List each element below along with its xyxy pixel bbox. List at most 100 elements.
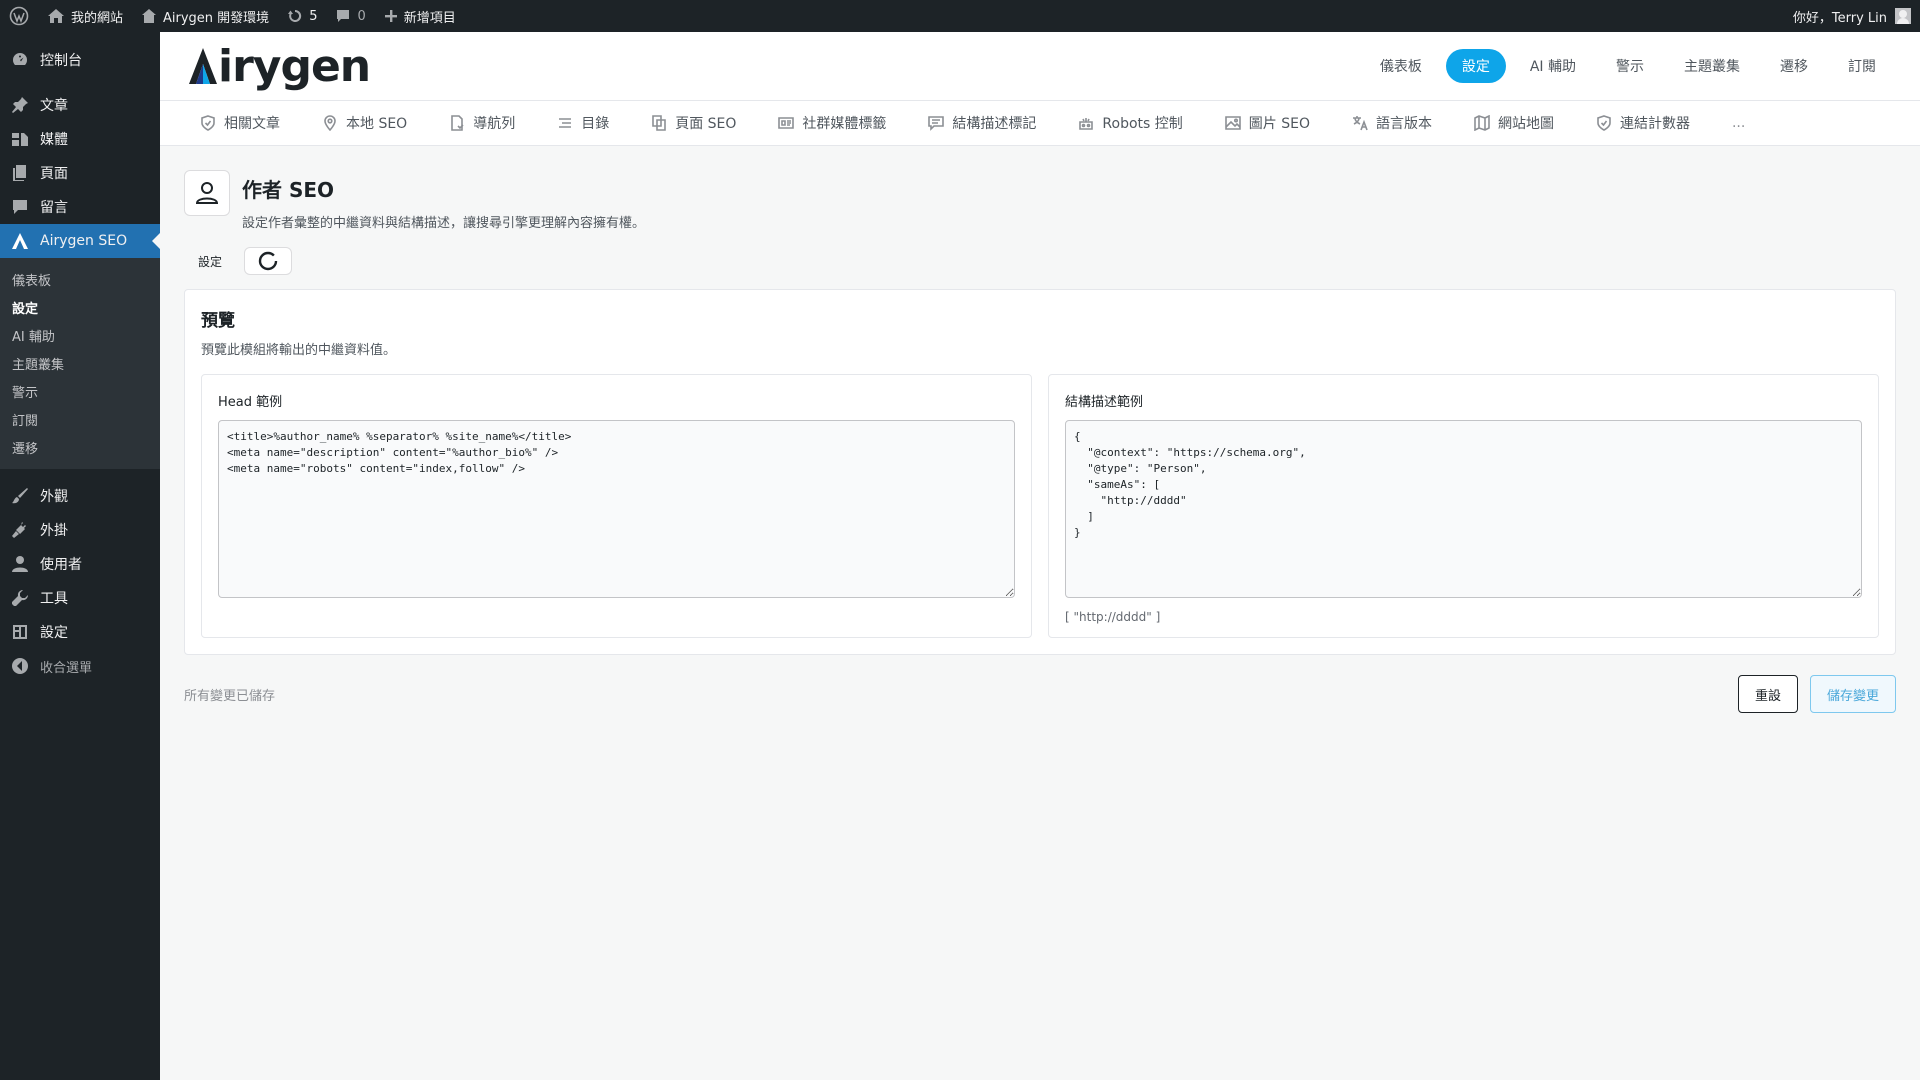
menu-posts[interactable]: 文章 [0,88,160,122]
updates-link[interactable]: 5 [278,0,326,32]
save-button[interactable]: 儲存變更 [1809,675,1896,713]
submenu-item[interactable]: 儀表板 [0,265,160,293]
airygen-logo[interactable]: irygen [188,40,371,92]
module-breadcrumbs[interactable]: 導航列 [449,113,515,133]
plus-icon [384,10,397,22]
module-label: Robots 控制 [1102,116,1183,132]
nav-subscription[interactable]: 訂閱 [1832,49,1892,83]
new-item-link[interactable]: 新增項目 [375,0,465,32]
footer-actions: 所有變更已儲存 重設 儲存變更 [184,675,1896,713]
location-icon [324,115,336,131]
logo-text: irygen [218,40,371,92]
updates-count: 5 [309,8,318,24]
module-toc[interactable]: 目錄 [557,113,609,133]
module-label: 導航列 [473,116,516,132]
submenu-item[interactable]: AI 輔助 [0,321,160,349]
shield-check-icon [1597,115,1611,131]
module-languages[interactable]: 語言版本 [1352,113,1432,133]
module-schema[interactable]: 結構描述標記 [928,113,1036,133]
module-page-seo[interactable]: 頁面 SEO [651,113,736,133]
page-description: 設定作者彙整的中繼資料與結構描述，讓搜尋引擎更理解內容擁有權。 [242,216,646,231]
submenu-item[interactable]: 警示 [0,377,160,405]
module-label: 網站地圖 [1497,116,1554,132]
module-label: 語言版本 [1375,116,1432,132]
page-icon [10,163,30,183]
menu-comments[interactable]: 留言 [0,190,160,224]
submenu-item[interactable]: 遷移 [0,433,160,461]
module-robots[interactable]: Robots 控制 [1078,113,1183,133]
shield-icon [201,115,215,131]
pin-icon [10,95,30,115]
module-sitemap[interactable]: 網站地圖 [1474,113,1554,133]
menu-plugins[interactable]: 外掛 [0,513,160,547]
menu-dashboard[interactable]: 控制台 [0,43,160,77]
admin-bar: 我的網站 Airygen 開發環境 5 0 新增項目 你好，Terry Lin [0,0,1920,32]
menu-label: 收合選單 [40,660,93,676]
author-icon [184,170,230,216]
module-social-tags[interactable]: 社群媒體標籤 [778,113,886,133]
head-example-textarea[interactable]: <title>%author_name% %separator% %site_n… [218,420,1015,598]
nav-migration[interactable]: 遷移 [1764,49,1824,83]
menu-tools[interactable]: 工具 [0,581,160,615]
copy-icon [652,115,667,131]
submenu-item-active[interactable]: 設定 [0,293,160,321]
menu-users[interactable]: 使用者 [0,547,160,581]
menu-label: 留言 [40,200,68,216]
modules-more-button[interactable]: ... [1732,115,1745,131]
submenu-item[interactable]: 訂閱 [0,405,160,433]
reset-button[interactable]: 重設 [1737,675,1798,713]
image-icon [1224,116,1241,130]
preview-description: 預覽此模組將輸出的中繼資料值。 [201,343,397,358]
schema-example-card: 結構描述範例 { "@context": "https://schema.org… [1048,374,1879,638]
map-icon [1474,115,1490,131]
action-buttons: 重設 儲存變更 [1737,675,1896,713]
nav-ai[interactable]: AI 輔助 [1514,49,1592,83]
nav-dashboard[interactable]: 儀表板 [1364,49,1438,83]
saved-status: 所有變更已儲存 [184,688,276,704]
comment-icon [337,10,350,22]
main-area: irygen 儀表板 設定 AI 輔助 警示 主題叢集 遷移 訂閱 相關文章 本… [160,32,1920,1080]
menu-label: Airygen SEO [40,233,128,249]
collapse-icon [10,656,30,676]
module-image-seo[interactable]: 圖片 SEO [1224,113,1310,133]
menu-label: 使用者 [40,557,82,573]
collapse-menu-button[interactable]: 收合選單 [0,649,160,683]
preview-title: 預覽 [201,311,235,331]
plugin-header: irygen 儀表板 設定 AI 輔助 警示 主題叢集 遷移 訂閱 [160,32,1920,100]
media-icon [10,129,30,149]
nav-topic-clusters[interactable]: 主題叢集 [1668,49,1756,83]
menu-label: 頁面 [40,166,68,182]
module-related-posts[interactable]: 相關文章 [200,113,280,133]
wordpress-logo-icon[interactable] [0,0,38,32]
comments-link[interactable]: 0 [326,0,374,32]
nav-settings[interactable]: 設定 [1445,49,1506,83]
airygen-submenu: 儀表板 設定 AI 輔助 主題叢集 警示 訂閱 遷移 [0,258,160,469]
schema-example-textarea[interactable]: { "@context": "https://schema.org", "@ty… [1065,420,1862,598]
translate-icon [1352,116,1368,131]
preview-panel: 預覽 預覽此模組將輸出的中繼資料值。 Head 範例 <title>%autho… [184,289,1896,655]
module-local-seo[interactable]: 本地 SEO [322,113,407,133]
menu-media[interactable]: 媒體 [0,122,160,156]
settings-icon [10,622,30,642]
site-name: 我的網站 [71,10,124,26]
menu-pages[interactable]: 頁面 [0,156,160,190]
menu-label: 設定 [40,625,68,641]
home-icon [48,9,64,23]
spinner-icon [258,251,278,271]
site-name-link[interactable]: 我的網站 [38,0,132,32]
module-label: 連結計數器 [1619,116,1690,132]
menu-airygen-seo[interactable]: Airygen SEO [0,224,160,258]
nav-alerts[interactable]: 警示 [1600,49,1660,83]
env-link[interactable]: Airygen 開發環境 [132,0,278,32]
toggle-label: 設定 [198,254,223,269]
module-link-counter[interactable]: 連結計數器 [1596,113,1690,133]
id-card-icon [778,117,795,129]
module-toggle[interactable] [244,247,293,275]
account-menu[interactable]: 你好，Terry Lin [1793,0,1911,32]
menu-label: 文章 [40,98,68,114]
submenu-item[interactable]: 主題叢集 [0,349,160,377]
admin-sidebar: 控制台 文章 媒體 頁面 留言 Airygen SEO 儀表板 設定 AI 輔助… [0,32,160,1080]
comment-icon [10,197,30,217]
menu-appearance[interactable]: 外觀 [0,479,160,513]
menu-settings[interactable]: 設定 [0,615,160,649]
